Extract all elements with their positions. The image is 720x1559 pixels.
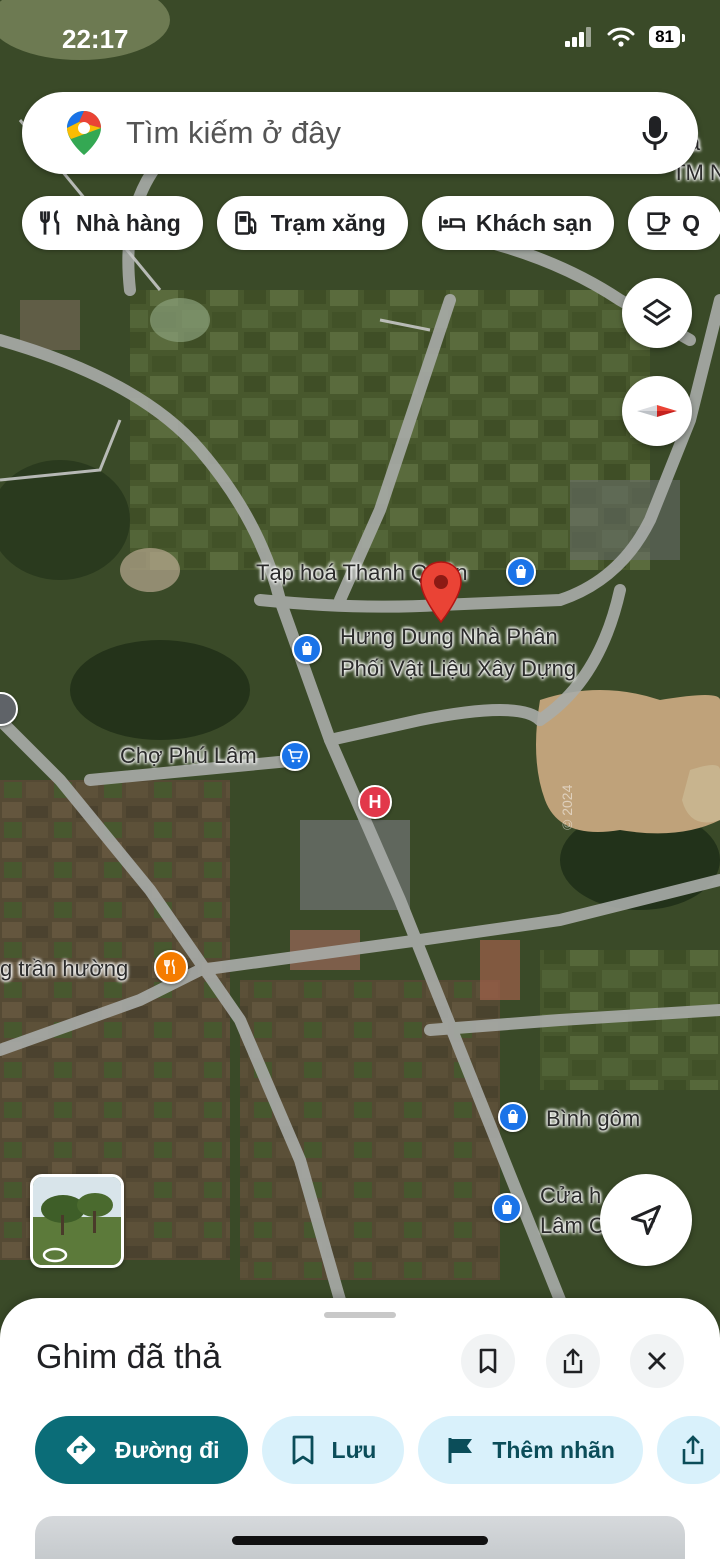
layers-button[interactable]	[622, 278, 692, 348]
poi-label-cua-hang-2[interactable]: Lâm C	[540, 1211, 605, 1241]
sheet-drag-handle[interactable]	[324, 1312, 396, 1318]
close-icon	[648, 1352, 666, 1370]
imagery-watermark: © 2024	[559, 784, 575, 830]
bookmark-icon	[479, 1348, 497, 1374]
directions-icon	[66, 1435, 96, 1465]
chip-gas-stations[interactable]: Trạm xăng	[216, 196, 408, 250]
google-maps-logo-icon	[67, 111, 101, 155]
signal-icon	[565, 27, 592, 47]
shopping-bag-icon[interactable]	[492, 1193, 522, 1223]
save-button[interactable]: Lưu	[261, 1416, 405, 1484]
search-input[interactable]: Tìm kiếm ở đây	[126, 115, 640, 151]
chip-restaurants[interactable]: Nhà hàng	[22, 196, 203, 250]
svg-text:?: ?	[648, 1216, 656, 1231]
poi-label-cho-phu-lam[interactable]: Chợ Phú Lâm	[120, 741, 257, 771]
share-button[interactable]	[546, 1334, 600, 1388]
share-icon	[682, 1435, 704, 1465]
street-view-thumbnail[interactable]	[30, 1174, 124, 1268]
compass-button[interactable]	[622, 376, 692, 446]
battery-indicator: 81	[649, 26, 685, 48]
poi-label-tran-huong[interactable]: g trần hường	[0, 954, 128, 984]
restaurant-icon	[40, 210, 60, 235]
wifi-icon	[607, 27, 635, 47]
close-button[interactable]	[630, 1334, 684, 1388]
shopping-bag-icon[interactable]	[498, 1102, 528, 1132]
action-buttons: Đường đi Lưu Thêm nhãn	[35, 1416, 720, 1484]
directions-button[interactable]: Đường đi	[35, 1416, 248, 1484]
shopping-bag-icon[interactable]	[506, 557, 536, 587]
my-location-button[interactable]: ?	[600, 1174, 692, 1266]
flag-icon	[448, 1438, 473, 1463]
poi-label-binh-gom[interactable]: Bình gôm	[546, 1104, 640, 1134]
poi-label-hung-dung-1[interactable]: Hưng Dung Nhà Phân	[340, 622, 558, 652]
add-label-button[interactable]: Thêm nhãn	[418, 1416, 643, 1484]
coffee-icon	[647, 212, 671, 235]
chip-hotels[interactable]: Khách sạn	[421, 196, 615, 250]
save-round-button[interactable]	[461, 1334, 515, 1388]
category-chips: Nhà hàng Trạm xăng Khách sạn Q	[22, 196, 720, 250]
status-icons: 81	[565, 26, 685, 48]
gas-station-icon	[234, 211, 257, 235]
layers-icon	[642, 298, 672, 326]
bookmark-icon	[292, 1435, 313, 1465]
status-bar: 22:17 81	[0, 0, 720, 80]
chip-coffee[interactable]: Q	[628, 196, 720, 250]
shopping-cart-icon[interactable]	[280, 741, 310, 771]
share-action-button[interactable]	[656, 1416, 720, 1484]
share-icon	[563, 1348, 583, 1374]
compass-icon	[637, 405, 677, 417]
location-unknown-icon: ?	[631, 1205, 661, 1235]
hotel-icon	[438, 216, 465, 232]
dropped-pin-icon[interactable]	[418, 560, 464, 626]
clock: 22:17	[62, 24, 129, 54]
hospital-icon[interactable]: H	[358, 785, 392, 819]
street-view-image	[33, 1177, 121, 1265]
restaurant-icon[interactable]	[154, 950, 188, 984]
search-bar[interactable]: Tìm kiếm ở đây	[22, 92, 698, 174]
poi-label-hung-dung-2[interactable]: Phối Vật Liệu Xây Dựng	[340, 654, 576, 684]
place-title: Ghim đã thả	[36, 1338, 222, 1376]
microphone-icon[interactable]	[640, 113, 670, 153]
shopping-bag-icon[interactable]	[292, 634, 322, 664]
place-bottom-sheet[interactable]: Ghim đã thả Đường đi Lưu Thêm nhãn	[0, 1298, 720, 1559]
home-indicator[interactable]	[232, 1536, 488, 1545]
